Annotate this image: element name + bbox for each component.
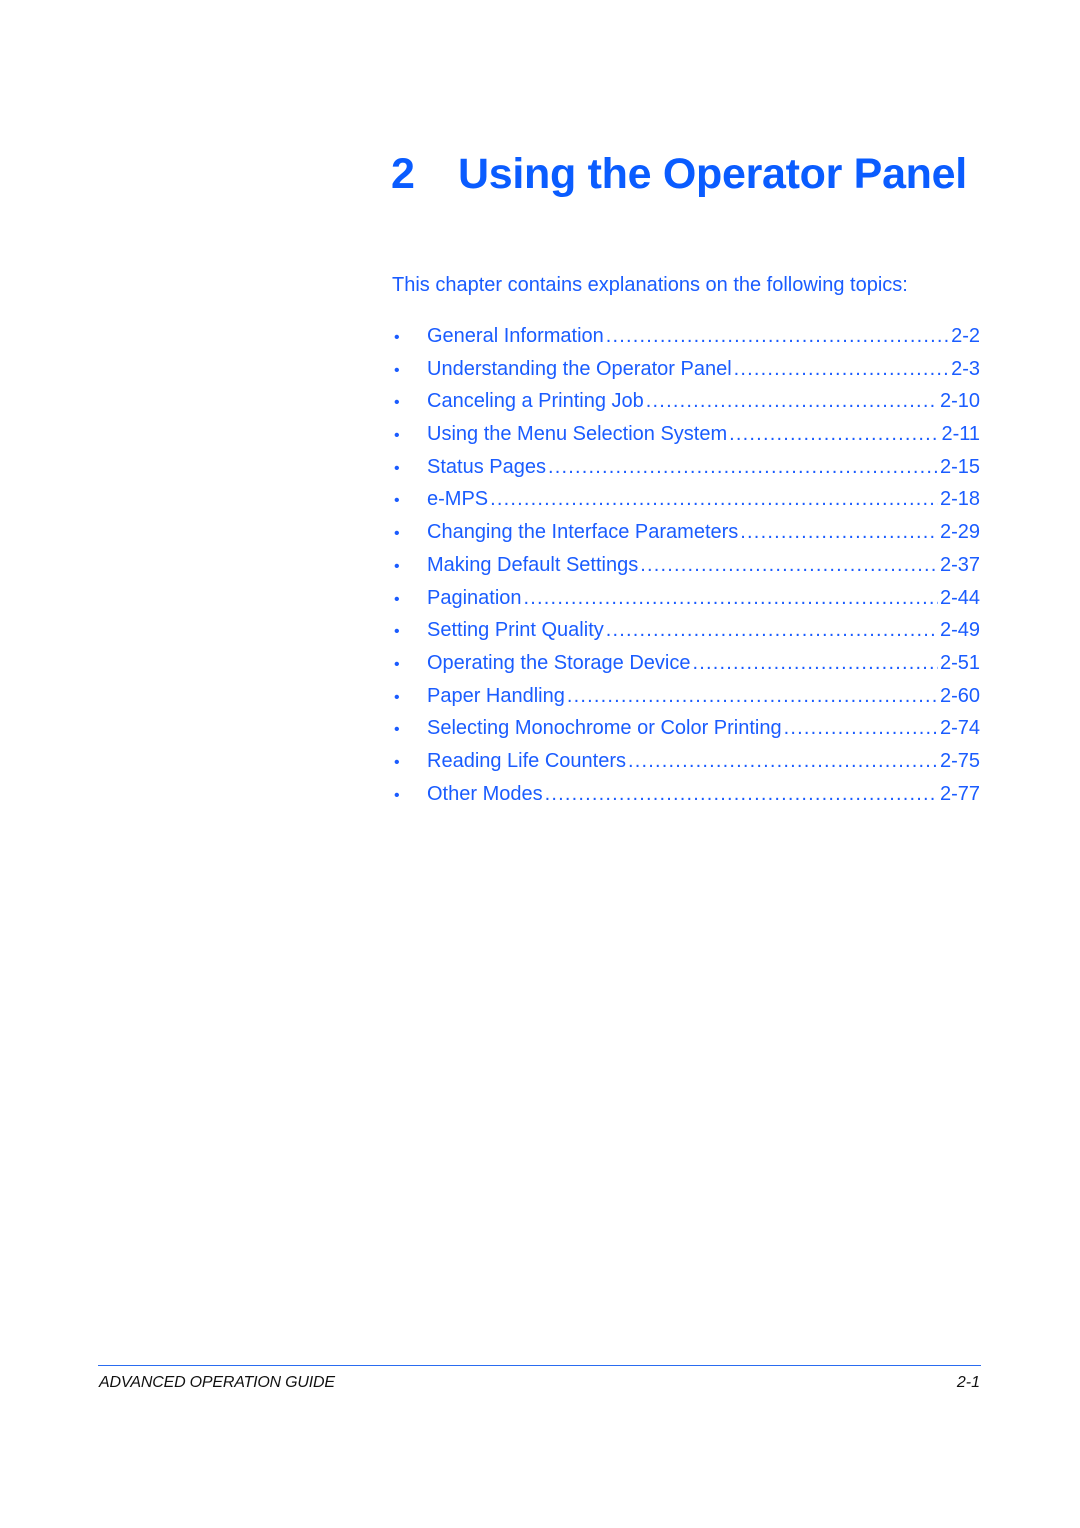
toc-item-label[interactable]: Making Default Settings: [427, 550, 638, 580]
dot-leader: [490, 484, 938, 514]
bullet-icon: •: [394, 753, 400, 771]
toc-item-label[interactable]: Paper Handling: [427, 681, 565, 711]
chapter-title: 2 Using the Operator Panel: [391, 147, 991, 201]
toc-item-label[interactable]: Operating the Storage Device: [427, 648, 691, 678]
toc-item-label[interactable]: Setting Print Quality: [427, 615, 604, 645]
footer-guide-title: ADVANCED OPERATION GUIDE: [99, 1374, 335, 1391]
table-of-contents: • General Information 2-2 • Understandin…: [392, 321, 980, 811]
toc-item-page[interactable]: 2-3: [951, 354, 980, 384]
toc-item-label[interactable]: Changing the Interface Parameters: [427, 517, 738, 547]
bullet-icon: •: [394, 655, 400, 673]
toc-item-page[interactable]: 2-77: [940, 779, 980, 809]
dot-leader: [628, 746, 938, 776]
bullet-icon: •: [394, 525, 400, 543]
bullet-icon: •: [394, 427, 400, 445]
bullet-icon: •: [394, 590, 400, 608]
dot-leader: [567, 681, 938, 711]
toc-item-life-counters[interactable]: • Reading Life Counters 2-75: [392, 746, 980, 779]
bullet-icon: •: [394, 459, 400, 477]
toc-item-canceling-printing-job[interactable]: • Canceling a Printing Job 2-10: [392, 386, 980, 419]
dot-leader: [640, 550, 938, 580]
toc-item-interface-parameters[interactable]: • Changing the Interface Parameters 2-29: [392, 517, 980, 550]
toc-item-general-information[interactable]: • General Information 2-2: [392, 321, 980, 354]
footer-page-number: 2-1: [956, 1374, 980, 1391]
dot-leader: [606, 615, 938, 645]
dot-leader: [646, 386, 938, 416]
dot-leader: [524, 583, 938, 613]
toc-item-default-settings[interactable]: • Making Default Settings 2-37: [392, 550, 980, 583]
toc-item-monochrome-color-printing[interactable]: • Selecting Monochrome or Color Printing…: [392, 713, 980, 746]
toc-item-page[interactable]: 2-60: [940, 681, 980, 711]
toc-item-page[interactable]: 2-29: [940, 517, 980, 547]
dot-leader: [693, 648, 938, 678]
toc-item-print-quality[interactable]: • Setting Print Quality 2-49: [392, 615, 980, 648]
bullet-icon: •: [394, 557, 400, 575]
toc-item-pagination[interactable]: • Pagination 2-44: [392, 583, 980, 616]
toc-item-label[interactable]: Understanding the Operator Panel: [427, 354, 732, 384]
toc-item-other-modes[interactable]: • Other Modes 2-77: [392, 779, 980, 812]
toc-item-label[interactable]: Using the Menu Selection System: [427, 419, 727, 449]
bullet-icon: •: [394, 721, 400, 739]
dot-leader: [740, 517, 938, 547]
toc-item-page[interactable]: 2-18: [940, 484, 980, 514]
toc-item-page[interactable]: 2-75: [940, 746, 980, 776]
dot-leader: [729, 419, 939, 449]
toc-item-storage-device[interactable]: • Operating the Storage Device 2-51: [392, 648, 980, 681]
toc-item-page[interactable]: 2-49: [940, 615, 980, 645]
toc-item-e-mps[interactable]: • e-MPS 2-18: [392, 484, 980, 517]
toc-item-label[interactable]: Status Pages: [427, 452, 546, 482]
bullet-icon: •: [394, 688, 400, 706]
toc-item-page[interactable]: 2-2: [951, 321, 980, 351]
toc-item-label[interactable]: Selecting Monochrome or Color Printing: [427, 713, 782, 743]
toc-item-status-pages[interactable]: • Status Pages 2-15: [392, 452, 980, 485]
dot-leader: [548, 452, 938, 482]
toc-item-page[interactable]: 2-51: [940, 648, 980, 678]
toc-item-paper-handling[interactable]: • Paper Handling 2-60: [392, 681, 980, 714]
toc-item-page[interactable]: 2-15: [940, 452, 980, 482]
toc-item-label[interactable]: Canceling a Printing Job: [427, 386, 644, 416]
toc-item-label[interactable]: Other Modes: [427, 779, 543, 809]
toc-item-label[interactable]: Pagination: [427, 583, 522, 613]
footer-divider: [98, 1365, 981, 1366]
bullet-icon: •: [394, 394, 400, 412]
bullet-icon: •: [394, 623, 400, 641]
toc-item-page[interactable]: 2-11: [941, 419, 980, 449]
dot-leader: [784, 713, 938, 743]
bullet-icon: •: [394, 492, 400, 510]
toc-item-menu-selection-system[interactable]: • Using the Menu Selection System 2-11: [392, 419, 980, 452]
chapter-title-text: Using the Operator Panel: [458, 149, 967, 198]
dot-leader: [606, 321, 949, 351]
toc-item-page[interactable]: 2-10: [940, 386, 980, 416]
bullet-icon: •: [394, 361, 400, 379]
toc-item-page[interactable]: 2-44: [940, 583, 980, 613]
bullet-icon: •: [394, 329, 400, 346]
dot-leader: [734, 354, 949, 384]
dot-leader: [545, 779, 938, 809]
toc-item-label[interactable]: Reading Life Counters: [427, 746, 626, 776]
toc-item-label[interactable]: General Information: [427, 321, 604, 351]
toc-item-label[interactable]: e-MPS: [427, 484, 488, 514]
bullet-icon: •: [394, 786, 400, 804]
chapter-intro: This chapter contains explanations on th…: [392, 274, 908, 296]
toc-item-page[interactable]: 2-37: [940, 550, 980, 580]
toc-item-understanding-operator-panel[interactable]: • Understanding the Operator Panel 2-3: [392, 354, 980, 387]
chapter-number: 2: [391, 149, 415, 198]
toc-item-page[interactable]: 2-74: [940, 713, 980, 743]
